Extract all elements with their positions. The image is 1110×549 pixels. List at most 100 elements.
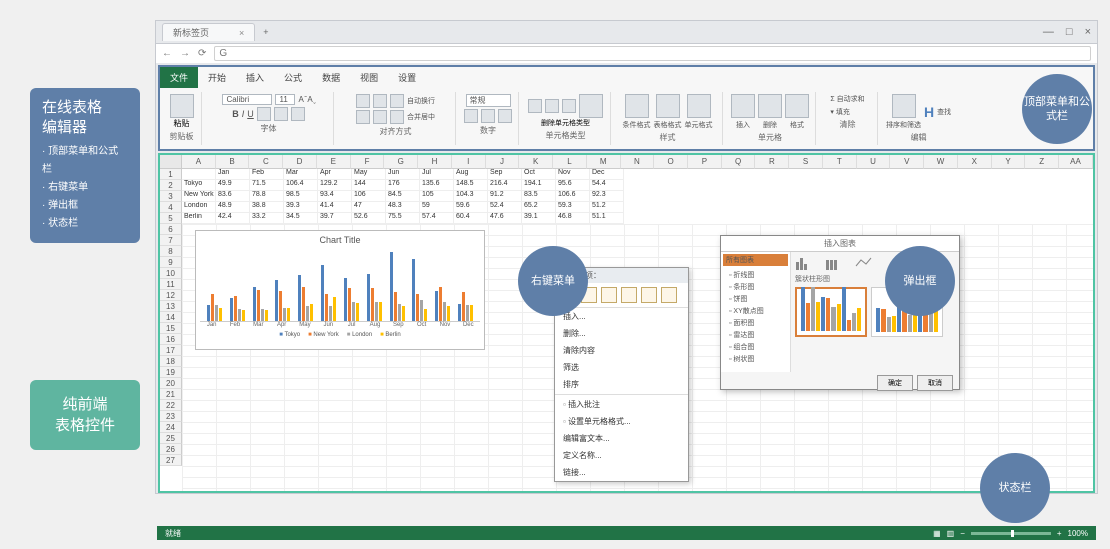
align-center-icon[interactable] <box>373 110 387 124</box>
context-item[interactable]: 插入批注 <box>555 396 688 413</box>
group-font-label: 字体 <box>261 123 277 134</box>
align-right-icon[interactable] <box>390 110 404 124</box>
paste-option-5-icon[interactable] <box>641 287 657 303</box>
dialog-side-item[interactable]: ▫ 面积图 <box>726 317 785 329</box>
group-clipboard-label: 剪贴板 <box>170 131 194 142</box>
dialog-side-item[interactable]: ▫ 折线图 <box>726 269 785 281</box>
dialog-preview-1[interactable] <box>795 287 867 337</box>
ribbon-tab-6[interactable]: 设置 <box>388 67 426 88</box>
delete-cell-icon[interactable] <box>758 94 782 118</box>
zoom-level[interactable]: 100% <box>1068 529 1088 538</box>
ribbon-group-font: Calibri 11 A ̑ A ̬ B I U 字体 <box>204 92 334 145</box>
merge-button[interactable]: 合并居中 <box>407 112 435 122</box>
align-left-icon[interactable] <box>356 110 370 124</box>
dialog-side-item[interactable]: ▫ XY散点图 <box>726 305 785 317</box>
select-all-corner[interactable] <box>160 155 182 169</box>
sort-icon[interactable] <box>892 94 916 118</box>
font-size-combo[interactable]: 11 <box>275 94 295 105</box>
close-tab-icon[interactable]: × <box>239 28 244 38</box>
ct2-icon[interactable] <box>545 99 559 113</box>
align-bot-icon[interactable] <box>390 94 404 108</box>
zoom-slider[interactable] <box>971 532 1051 535</box>
address-bar[interactable]: G <box>214 46 1091 61</box>
window-maximize-icon[interactable]: □ <box>1066 26 1073 38</box>
nav-reload-icon[interactable]: ⟳ <box>198 48 206 59</box>
cell-grid[interactable]: JanFebMarAprMayJunJulAugSepOctNovDecToky… <box>182 169 624 224</box>
browser-tab[interactable]: 新标签页 × <box>162 23 255 41</box>
ct1-icon[interactable] <box>528 99 542 113</box>
bold-icon[interactable]: B <box>232 109 239 119</box>
dialog-side-item[interactable]: ▫ 雷达图 <box>726 329 785 341</box>
cell-style-icon[interactable] <box>687 94 711 118</box>
dialog-cancel-button[interactable]: 取消 <box>917 375 953 391</box>
row-headers[interactable]: 1234567891011121314151617181920212223242… <box>160 169 182 466</box>
currency-icon[interactable] <box>464 109 478 123</box>
context-item[interactable]: 设置单元格格式... <box>555 413 688 430</box>
spreadsheet[interactable]: ABCDEFGHIJKLMNOPQRSTUVWXYZAA 12345678910… <box>158 153 1095 493</box>
ribbon-tab-3[interactable]: 公式 <box>274 67 312 88</box>
view-layout-icon[interactable]: ▥ <box>947 529 955 538</box>
ribbon-tab-4[interactable]: 数据 <box>312 67 350 88</box>
window-close-icon[interactable]: × <box>1085 26 1091 38</box>
zoom-in-icon[interactable]: + <box>1057 529 1062 538</box>
underline-icon[interactable]: U <box>247 109 254 119</box>
font-color-icon[interactable] <box>291 107 305 121</box>
line-type-icon[interactable] <box>855 256 873 270</box>
ribbon-tab-5[interactable]: 视图 <box>350 67 388 88</box>
paste-icon[interactable] <box>170 94 194 118</box>
find-icon[interactable]: H <box>924 104 934 120</box>
format-cell-icon[interactable] <box>785 94 809 118</box>
stacked-type-icon[interactable] <box>825 256 843 270</box>
embedded-chart[interactable]: Chart Title JanFebMarAprMayJunJulAugSepO… <box>195 230 485 350</box>
align-top-icon[interactable] <box>356 94 370 108</box>
context-item[interactable]: 删除... <box>555 325 688 342</box>
bar-type-icon[interactable] <box>795 256 813 270</box>
new-tab-button[interactable]: + <box>255 27 276 37</box>
dialog-side-item[interactable]: ▫ 组合图 <box>726 341 785 353</box>
context-item[interactable]: 排序 <box>555 376 688 393</box>
zoom-out-icon[interactable]: − <box>960 529 965 538</box>
context-item[interactable]: 定义名称... <box>555 447 688 464</box>
dialog-side-header[interactable]: 所有图表 <box>723 254 788 266</box>
comma-icon[interactable] <box>498 109 512 123</box>
dialog-side-item[interactable]: ▫ 饼图 <box>726 293 785 305</box>
fill-color-icon[interactable] <box>274 107 288 121</box>
ct3-icon[interactable] <box>562 99 576 113</box>
paste-option-4-icon[interactable] <box>621 287 637 303</box>
ribbon-tab-1[interactable]: 开始 <box>198 67 236 88</box>
fill-button[interactable]: ▾ 填充 <box>830 107 849 117</box>
window-minimize-icon[interactable]: — <box>1043 26 1054 38</box>
insert-cell-icon[interactable] <box>731 94 755 118</box>
context-item[interactable]: 插入... <box>555 308 688 325</box>
delete-celltype-icon[interactable] <box>579 94 603 118</box>
wrap-text-button[interactable]: 自动换行 <box>407 96 435 106</box>
column-headers[interactable]: ABCDEFGHIJKLMNOPQRSTUVWXYZAA <box>182 155 1093 169</box>
border-icon[interactable] <box>257 107 271 121</box>
autosum-button[interactable]: Σ 自动求和 <box>830 94 864 104</box>
context-item[interactable]: 清除内容 <box>555 342 688 359</box>
number-format-combo[interactable]: 常规 <box>466 94 511 107</box>
dialog-side-item[interactable]: ▫ 条形图 <box>726 281 785 293</box>
bubble-status: 状态栏 <box>980 453 1050 523</box>
nav-back-icon[interactable]: ← <box>162 48 172 59</box>
table-format-icon[interactable] <box>656 94 680 118</box>
ribbon-tab-0[interactable]: 文件 <box>160 67 198 88</box>
ribbon-tab-2[interactable]: 插入 <box>236 67 274 88</box>
group-celltype-label: 单元格类型 <box>546 130 586 141</box>
align-mid-icon[interactable] <box>373 94 387 108</box>
context-item[interactable]: 链接... <box>555 464 688 481</box>
context-item[interactable]: 编辑富文本... <box>555 430 688 447</box>
ribbon-group-number: 常规 数字 <box>458 92 519 145</box>
paste-option-3-icon[interactable] <box>601 287 617 303</box>
view-normal-icon[interactable]: ▦ <box>933 529 941 538</box>
percent-icon[interactable] <box>481 109 495 123</box>
dialog-side-item[interactable]: ▫ 树状图 <box>726 353 785 365</box>
font-name-combo[interactable]: Calibri <box>222 94 272 105</box>
cond-format-icon[interactable] <box>625 94 649 118</box>
dialog-ok-button[interactable]: 确定 <box>877 375 913 391</box>
nav-forward-icon[interactable]: → <box>180 48 190 59</box>
context-item[interactable]: 筛选 <box>555 359 688 376</box>
paste-option-6-icon[interactable] <box>661 287 677 303</box>
ribbon-group-align: 自动换行 合并居中 对齐方式 <box>336 92 456 145</box>
italic-icon[interactable]: I <box>242 109 245 119</box>
